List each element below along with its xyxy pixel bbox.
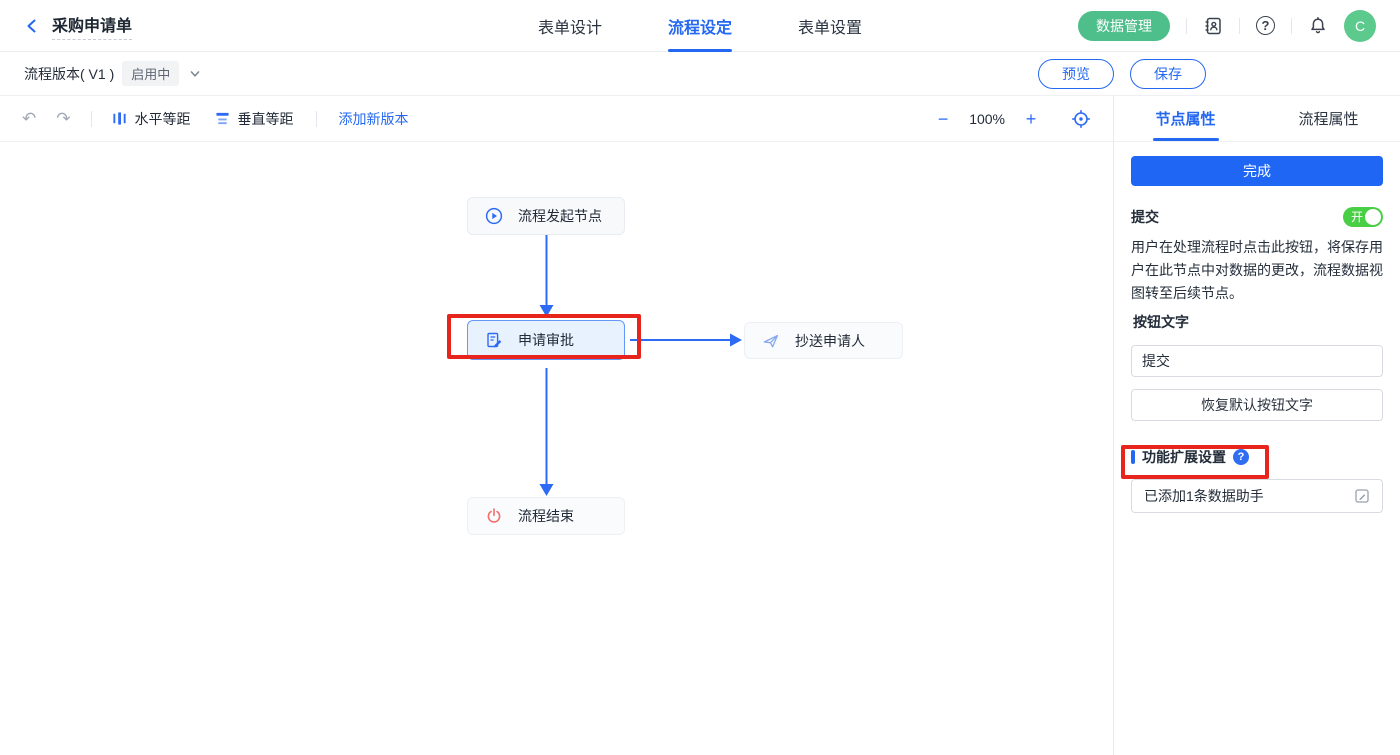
- data-manage-button[interactable]: 数据管理: [1078, 11, 1170, 41]
- properties-panel: 节点属性 流程属性 完成 提交 开 用户在处理流程时点击此按钮，将保存用户在此节…: [1113, 96, 1400, 755]
- header-actions: 数据管理 ?: [1078, 10, 1376, 42]
- toggle-knob: [1365, 209, 1381, 225]
- divider: [1239, 18, 1240, 34]
- contacts-button[interactable]: [1203, 16, 1223, 36]
- edit-icon[interactable]: [1354, 488, 1370, 504]
- submit-label: 提交: [1131, 207, 1159, 227]
- distribute-horizontal-label: 水平等距: [135, 109, 191, 129]
- restore-default-button[interactable]: 恢复默认按钮文字: [1131, 389, 1383, 421]
- zoom-controls: − 100% +: [929, 109, 1091, 129]
- chevron-down-icon: [189, 68, 201, 80]
- divider: [91, 111, 92, 127]
- paper-plane-icon: [762, 332, 780, 350]
- submit-toggle[interactable]: 开: [1343, 207, 1383, 227]
- version-actions: 预览 保存: [1038, 59, 1206, 89]
- version-bar: 流程版本( V1 ) 启用中 预览 保存: [0, 52, 1400, 96]
- power-icon: [485, 507, 503, 525]
- add-version-link[interactable]: 添加新版本: [339, 109, 409, 129]
- panel-body: 完成 提交 开 用户在处理流程时点击此按钮，将保存用户在此节点中对数据的更改，流…: [1114, 142, 1400, 513]
- zoom-level: 100%: [969, 111, 1005, 127]
- distribute-vertical-label: 垂直等距: [238, 109, 294, 129]
- notification-button[interactable]: [1308, 16, 1328, 36]
- divider: [316, 111, 317, 127]
- contacts-icon: [1203, 16, 1223, 36]
- app-window: 采购申请单 表单设计 流程设定 表单设置 数据管理 ?: [0, 0, 1400, 755]
- play-circle-icon: [485, 207, 503, 225]
- distribute-vertical-button[interactable]: 垂直等距: [215, 109, 294, 129]
- section-marker: [1131, 450, 1135, 464]
- distribute-vertical-icon: [215, 111, 230, 126]
- back-chevron-icon: [24, 18, 40, 34]
- extension-value: 已添加1条数据助手: [1144, 486, 1264, 506]
- flow-editor-column: ↶ ↷ 水平等距 垂直等距 添加新版本: [0, 96, 1113, 755]
- help-icon: ?: [1256, 16, 1275, 35]
- canvas-toolbar: ↶ ↷ 水平等距 垂直等距 添加新版本: [0, 96, 1113, 142]
- top-header: 采购申请单 表单设计 流程设定 表单设置 数据管理 ?: [0, 0, 1400, 52]
- button-text-input[interactable]: [1131, 345, 1383, 377]
- panel-tab-node-props[interactable]: 节点属性: [1114, 96, 1257, 141]
- node-label: 流程发起节点: [518, 206, 602, 226]
- extension-title: 功能扩展设置: [1142, 447, 1226, 467]
- divider: [1291, 18, 1292, 34]
- flow-node-approval[interactable]: 申请审批: [467, 320, 625, 360]
- crosshair-icon: [1071, 109, 1091, 129]
- submit-setting-row: 提交 开: [1131, 207, 1383, 227]
- submit-description: 用户在处理流程时点击此按钮，将保存用户在此节点中对数据的更改，流程数据视图转至后…: [1131, 236, 1383, 305]
- help-button[interactable]: ?: [1256, 16, 1275, 35]
- save-button[interactable]: 保存: [1130, 59, 1206, 89]
- done-button[interactable]: 完成: [1131, 156, 1383, 186]
- button-text-label: 按钮文字: [1131, 312, 1383, 332]
- panel-tab-flow-props[interactable]: 流程属性: [1257, 96, 1400, 141]
- avatar[interactable]: C: [1344, 10, 1376, 42]
- preview-button[interactable]: 预览: [1038, 59, 1114, 89]
- extension-section-header: 功能扩展设置 ?: [1131, 447, 1383, 467]
- distribute-horizontal-icon: [112, 111, 127, 126]
- version-dropdown[interactable]: [189, 68, 201, 80]
- fit-view-button[interactable]: [1071, 109, 1091, 129]
- back-button[interactable]: [24, 18, 40, 34]
- flow-canvas[interactable]: 流程发起节点 申请审批: [0, 142, 1113, 755]
- page-title: 采购申请单: [52, 12, 132, 40]
- panel-tabs: 节点属性 流程属性: [1114, 96, 1400, 142]
- flow-node-start[interactable]: 流程发起节点: [467, 197, 625, 235]
- zoom-in-button[interactable]: +: [1017, 110, 1045, 128]
- tab-flow-setting[interactable]: 流程设定: [668, 0, 732, 52]
- undo-button[interactable]: ↶: [22, 110, 36, 127]
- flow-node-end[interactable]: 流程结束: [467, 497, 625, 535]
- toggle-on-label: 开: [1351, 211, 1363, 223]
- main-tabs: 表单设计 流程设定 表单设置: [538, 0, 862, 52]
- extension-field[interactable]: 已添加1条数据助手: [1131, 479, 1383, 513]
- status-badge: 启用中: [122, 61, 179, 86]
- version-label: 流程版本( V1 ): [24, 64, 114, 84]
- question-icon[interactable]: ?: [1233, 449, 1249, 465]
- tab-form-settings[interactable]: 表单设置: [798, 0, 862, 52]
- redo-button[interactable]: ↷: [56, 110, 70, 127]
- zoom-out-button[interactable]: −: [929, 110, 957, 128]
- node-label: 申请审批: [518, 330, 574, 350]
- divider: [1186, 18, 1187, 34]
- node-label: 流程结束: [518, 506, 574, 526]
- tab-form-design[interactable]: 表单设计: [538, 0, 602, 52]
- distribute-horizontal-button[interactable]: 水平等距: [112, 109, 191, 129]
- bell-icon: [1308, 16, 1328, 36]
- edit-doc-icon: [485, 331, 503, 349]
- node-label: 抄送申请人: [795, 331, 865, 351]
- flow-node-cc[interactable]: 抄送申请人: [744, 322, 903, 359]
